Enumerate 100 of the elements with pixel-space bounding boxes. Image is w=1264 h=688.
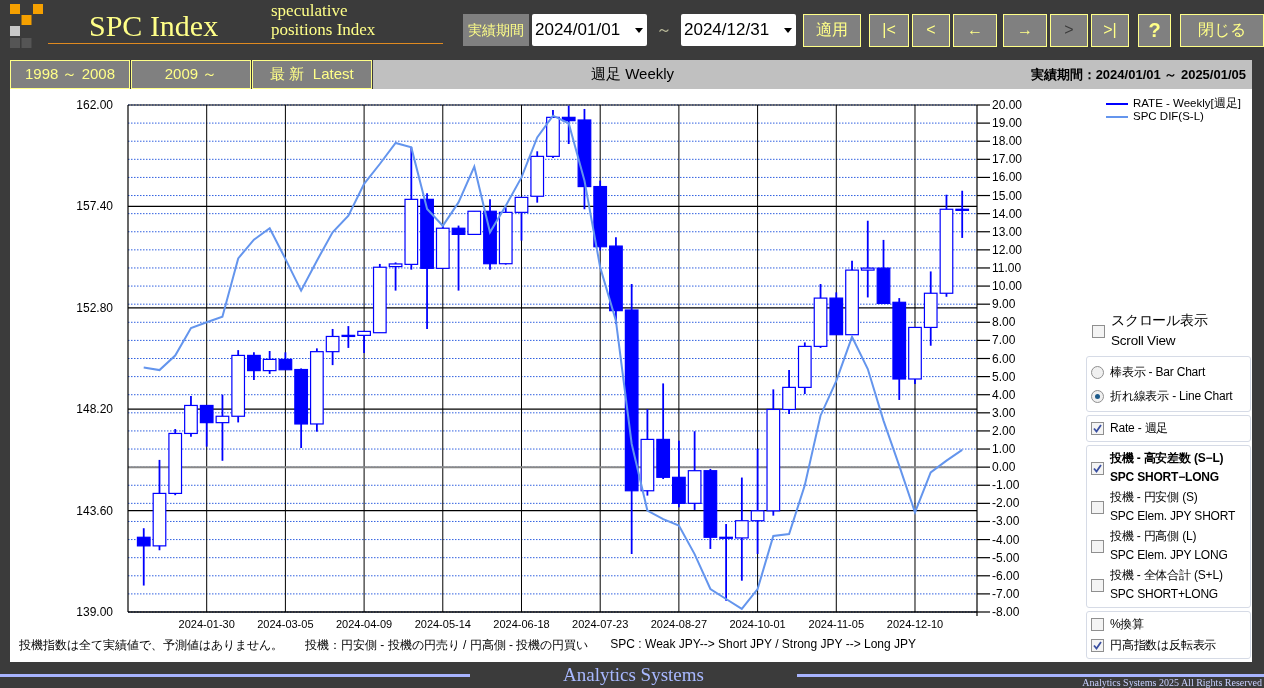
axis-label: 3.00 bbox=[992, 405, 1016, 420]
option-label: 折れ線表示 - Line Chart bbox=[1110, 387, 1233, 405]
axis-label: 2024-11-05 bbox=[808, 618, 864, 630]
radio-button[interactable] bbox=[1091, 365, 1104, 379]
axis-label: 2024-07-23 bbox=[572, 618, 629, 630]
axis-label: 1.00 bbox=[992, 442, 1016, 457]
axis-label: 7.00 bbox=[992, 333, 1016, 348]
checkbox[interactable] bbox=[1091, 422, 1104, 435]
axis-label: -1.00 bbox=[992, 478, 1020, 493]
nav-button[interactable]: >| bbox=[1091, 13, 1129, 47]
axis-label: 162.00 bbox=[76, 98, 113, 112]
legend-label: SPC DIF(S-L) bbox=[1133, 110, 1204, 123]
apply-button[interactable]: 適用 bbox=[803, 13, 861, 47]
axis-label: 19.00 bbox=[992, 116, 1023, 131]
axis-label: 9.00 bbox=[992, 297, 1016, 312]
nav-button[interactable]: ← bbox=[953, 13, 997, 47]
axis-label: 17.00 bbox=[992, 152, 1023, 167]
app-title: SPC Index bbox=[89, 9, 220, 43]
candlestick bbox=[262, 350, 277, 375]
range-tab[interactable]: 2009 ～ bbox=[131, 60, 251, 89]
candlestick bbox=[672, 439, 686, 509]
axis-label: 2024-10-01 bbox=[729, 618, 786, 630]
help-button[interactable]: ? bbox=[1138, 13, 1171, 47]
range-tab[interactable]: 最 新 Latest bbox=[252, 60, 372, 89]
radio-button[interactable] bbox=[1091, 389, 1104, 403]
axis-label: -7.00 bbox=[992, 586, 1020, 601]
axis-label: 4.00 bbox=[992, 387, 1016, 402]
nav-button[interactable]: → bbox=[1003, 13, 1047, 47]
axis-label: 0.00 bbox=[992, 460, 1016, 475]
checkbox[interactable] bbox=[1091, 461, 1104, 475]
date-select[interactable]: 2024/01/01 bbox=[532, 14, 647, 46]
range-separator: ～ bbox=[656, 19, 672, 40]
candlestick bbox=[797, 341, 812, 395]
checkbox[interactable] bbox=[1091, 500, 1104, 514]
note-text: SPC : Weak JPY--> Short JPY / Strong JPY --> Long JPY bbox=[610, 637, 917, 653]
axis-label: 2024-04-09 bbox=[335, 618, 393, 630]
legend-label: RATE - Weekly[週足] bbox=[1133, 97, 1241, 110]
axis-label: 2024-03-05 bbox=[257, 618, 314, 630]
checkbox[interactable] bbox=[1091, 539, 1104, 553]
option-label: %換算 bbox=[1110, 616, 1145, 633]
candlestick bbox=[546, 109, 560, 159]
axis-label: 11.00 bbox=[992, 260, 1022, 275]
option-label: Rate - 週足 bbox=[1110, 420, 1169, 437]
nav-button[interactable]: < bbox=[912, 13, 950, 47]
nav-button[interactable]: |< bbox=[869, 13, 909, 47]
app-subtitle: positions Index bbox=[271, 20, 376, 39]
footer-brand: Analytics Systems bbox=[562, 664, 705, 686]
option-label: SPC Elem. JPY SHORT bbox=[1110, 508, 1236, 525]
option-label: 棒表示 - Bar Chart bbox=[1110, 363, 1206, 381]
axis-label: 13.00 bbox=[992, 224, 1023, 239]
axis-label: 15.00 bbox=[992, 188, 1023, 203]
checkbox[interactable] bbox=[1091, 639, 1104, 652]
axis-label: 2024-06-18 bbox=[493, 618, 550, 630]
checkbox[interactable] bbox=[1091, 578, 1104, 592]
axis-label: 6.00 bbox=[992, 351, 1016, 366]
option-label: SPC Elem. JPY LONG bbox=[1110, 547, 1228, 564]
axis-label: 143.60 bbox=[76, 503, 113, 518]
axis-label: 14.00 bbox=[992, 206, 1023, 221]
axis-label: 16.00 bbox=[992, 170, 1023, 185]
close-button[interactable]: 閉じる bbox=[1180, 13, 1264, 47]
axis-label: 157.40 bbox=[76, 199, 113, 214]
axis-label: 2024-08-27 bbox=[650, 618, 708, 630]
candlestick bbox=[530, 150, 545, 204]
period-info: 実績期間：2024/01/01 ～ 2025/01/05 bbox=[1030, 65, 1246, 84]
axis-label: -4.00 bbox=[992, 532, 1020, 547]
checkbox[interactable] bbox=[1092, 324, 1105, 338]
app-subtitle: speculative bbox=[271, 1, 349, 20]
option-label: 投機 - 円安側 (S) bbox=[1110, 489, 1199, 506]
logo-icon bbox=[10, 4, 44, 49]
axis-label: 2024-12-10 bbox=[886, 618, 944, 630]
option-label: 投機 - 円高側 (L) bbox=[1110, 528, 1198, 545]
note-text: 投機指数は全て実績値で、予測値はありません。 bbox=[19, 637, 283, 654]
option-label: スクロール表示 bbox=[1111, 312, 1208, 330]
candlestick bbox=[514, 196, 529, 242]
axis-label: 5.00 bbox=[992, 369, 1016, 384]
option-label: 円高指数は反転表示 bbox=[1110, 637, 1217, 654]
axis-label: 8.00 bbox=[992, 315, 1016, 330]
caret-icon bbox=[784, 27, 792, 33]
option-label: SPC SHORT+LONG bbox=[1110, 586, 1219, 603]
axis-label: 18.00 bbox=[992, 134, 1023, 149]
axis-label: -3.00 bbox=[992, 514, 1020, 529]
axis-label: 10.00 bbox=[992, 279, 1023, 294]
range-tab[interactable]: 1998 ～ 2008 bbox=[10, 60, 130, 89]
note-text: 投機：円安側 - 投機の円売り / 円高側 - 投機の円買い bbox=[305, 637, 589, 654]
option-label: Scroll View bbox=[1111, 332, 1177, 350]
axis-label: 20.00 bbox=[992, 98, 1023, 112]
chart-title: 週足 Weekly bbox=[591, 65, 675, 84]
candlestick bbox=[498, 206, 513, 266]
axis-label: -5.00 bbox=[992, 550, 1020, 565]
axis-label: -2.00 bbox=[992, 496, 1020, 511]
checkbox[interactable] bbox=[1091, 618, 1104, 631]
axis-label: 139.00 bbox=[76, 605, 113, 619]
caret-icon bbox=[635, 27, 643, 33]
axis-label: 12.00 bbox=[992, 242, 1023, 257]
copyright-text: Analytics Systems 2025 All Rights Reserved bbox=[1082, 677, 1262, 688]
date-select[interactable]: 2024/12/31 bbox=[681, 14, 796, 46]
option-label: SPC SHORT−LONG bbox=[1110, 469, 1220, 486]
period-label: 実績期間 bbox=[463, 14, 529, 46]
option-label: 投機 - 全体合計 (S+L) bbox=[1110, 567, 1223, 584]
axis-label: 2024-01-30 bbox=[178, 618, 235, 630]
